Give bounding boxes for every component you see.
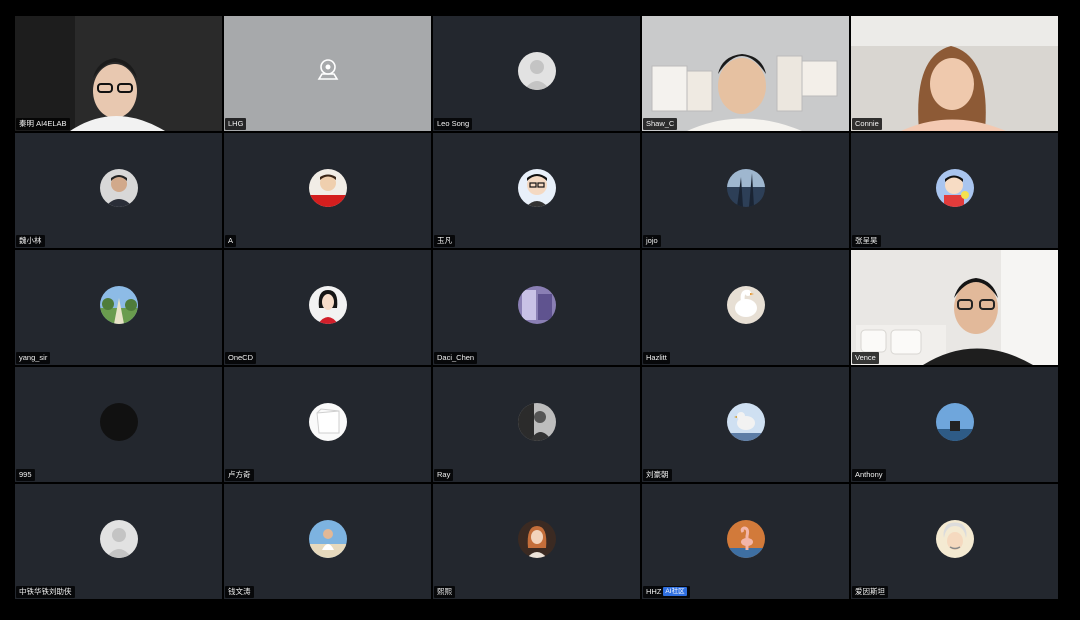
participant-name: 熙熙 <box>434 586 455 598</box>
participant-name: Shaw_C <box>643 118 678 130</box>
avatar <box>99 168 138 207</box>
camera-icon <box>315 56 341 82</box>
participant-tile[interactable]: Hazlitt <box>642 250 849 365</box>
participant-name: Connie <box>852 118 882 130</box>
participant-name: Anthony <box>852 469 886 481</box>
participant-tile[interactable]: 995 <box>15 367 222 482</box>
participant-tile[interactable]: 熙熙 <box>433 484 640 599</box>
avatar <box>517 519 556 558</box>
person-silhouette-icon <box>517 51 556 90</box>
participant-tile[interactable]: 秦明 AI4ELAB <box>15 16 222 131</box>
participant-name: HHZ AI社区 <box>643 586 690 598</box>
video-feed <box>851 250 1058 365</box>
participant-name: jojo <box>643 235 661 247</box>
avatar <box>99 285 138 324</box>
avatar <box>517 168 556 207</box>
participant-tile[interactable]: jojo <box>642 133 849 248</box>
participant-name-text: HHZ <box>646 587 662 596</box>
participant-tile[interactable]: Connie <box>851 16 1058 131</box>
participant-name: 爱因斯坦 <box>852 586 888 598</box>
video-grid: 秦明 AI4ELAB LHG Leo Song Shaw_C Connie 魏小… <box>15 16 1058 599</box>
participant-name: A <box>225 235 237 247</box>
avatar <box>726 519 765 558</box>
community-badge: AI社区 <box>663 587 687 596</box>
avatar <box>726 402 765 441</box>
avatar <box>726 285 765 324</box>
participant-name: Hazlitt <box>643 352 670 364</box>
avatar <box>99 402 138 441</box>
participant-name: 995 <box>16 469 35 481</box>
avatar <box>517 402 556 441</box>
video-feed <box>851 16 1058 131</box>
avatar <box>308 285 347 324</box>
participant-name: Daci_Chen <box>434 352 478 364</box>
participant-name: 秦明 AI4ELAB <box>16 118 70 130</box>
participant-name: 魏小林 <box>16 235 45 247</box>
avatar <box>935 402 974 441</box>
participant-tile[interactable]: HHZ AI社区 <box>642 484 849 599</box>
video-feed <box>15 16 222 131</box>
participant-tile[interactable]: A <box>224 133 431 248</box>
participant-name: Ray <box>434 469 454 481</box>
participant-tile[interactable]: 玉凡 <box>433 133 640 248</box>
participant-tile-active-speaker[interactable]: Vence <box>851 250 1058 365</box>
participant-name: Vence <box>852 352 879 364</box>
participant-tile[interactable]: 爱因斯坦 <box>851 484 1058 599</box>
participant-name: 刘豪朝 <box>643 469 672 481</box>
participant-tile[interactable]: Anthony <box>851 367 1058 482</box>
participant-tile[interactable]: Ray <box>433 367 640 482</box>
participant-tile[interactable]: 魏小林 <box>15 133 222 248</box>
avatar <box>517 285 556 324</box>
participant-tile[interactable]: Leo Song <box>433 16 640 131</box>
participant-tile[interactable]: Shaw_C <box>642 16 849 131</box>
video-feed <box>642 16 849 131</box>
avatar <box>935 168 974 207</box>
avatar <box>308 519 347 558</box>
participant-name: LHG <box>225 118 247 130</box>
participant-tile[interactable]: 刘豪朝 <box>642 367 849 482</box>
avatar <box>308 168 347 207</box>
participant-name: yang_sir <box>16 352 51 364</box>
participant-tile[interactable]: Daci_Chen <box>433 250 640 365</box>
person-silhouette-icon <box>99 519 138 558</box>
avatar <box>935 519 974 558</box>
participant-name: 中铁华铁刘助侠 <box>16 586 75 598</box>
participant-tile[interactable]: OneCD <box>224 250 431 365</box>
participant-tile[interactable]: yang_sir <box>15 250 222 365</box>
participant-tile[interactable]: 张呈昊 <box>851 133 1058 248</box>
participant-tile[interactable]: 卢方奇 <box>224 367 431 482</box>
participant-name: 张呈昊 <box>852 235 881 247</box>
avatar <box>308 402 347 441</box>
participant-tile[interactable]: 中铁华铁刘助侠 <box>15 484 222 599</box>
participant-name: 玉凡 <box>434 235 455 247</box>
participant-name: OneCD <box>225 352 257 364</box>
participant-name: 钱文涛 <box>225 586 254 598</box>
participant-tile[interactable]: 钱文涛 <box>224 484 431 599</box>
participant-name: Leo Song <box>434 118 473 130</box>
participant-tile[interactable]: LHG <box>224 16 431 131</box>
participant-name: 卢方奇 <box>225 469 254 481</box>
avatar <box>726 168 765 207</box>
